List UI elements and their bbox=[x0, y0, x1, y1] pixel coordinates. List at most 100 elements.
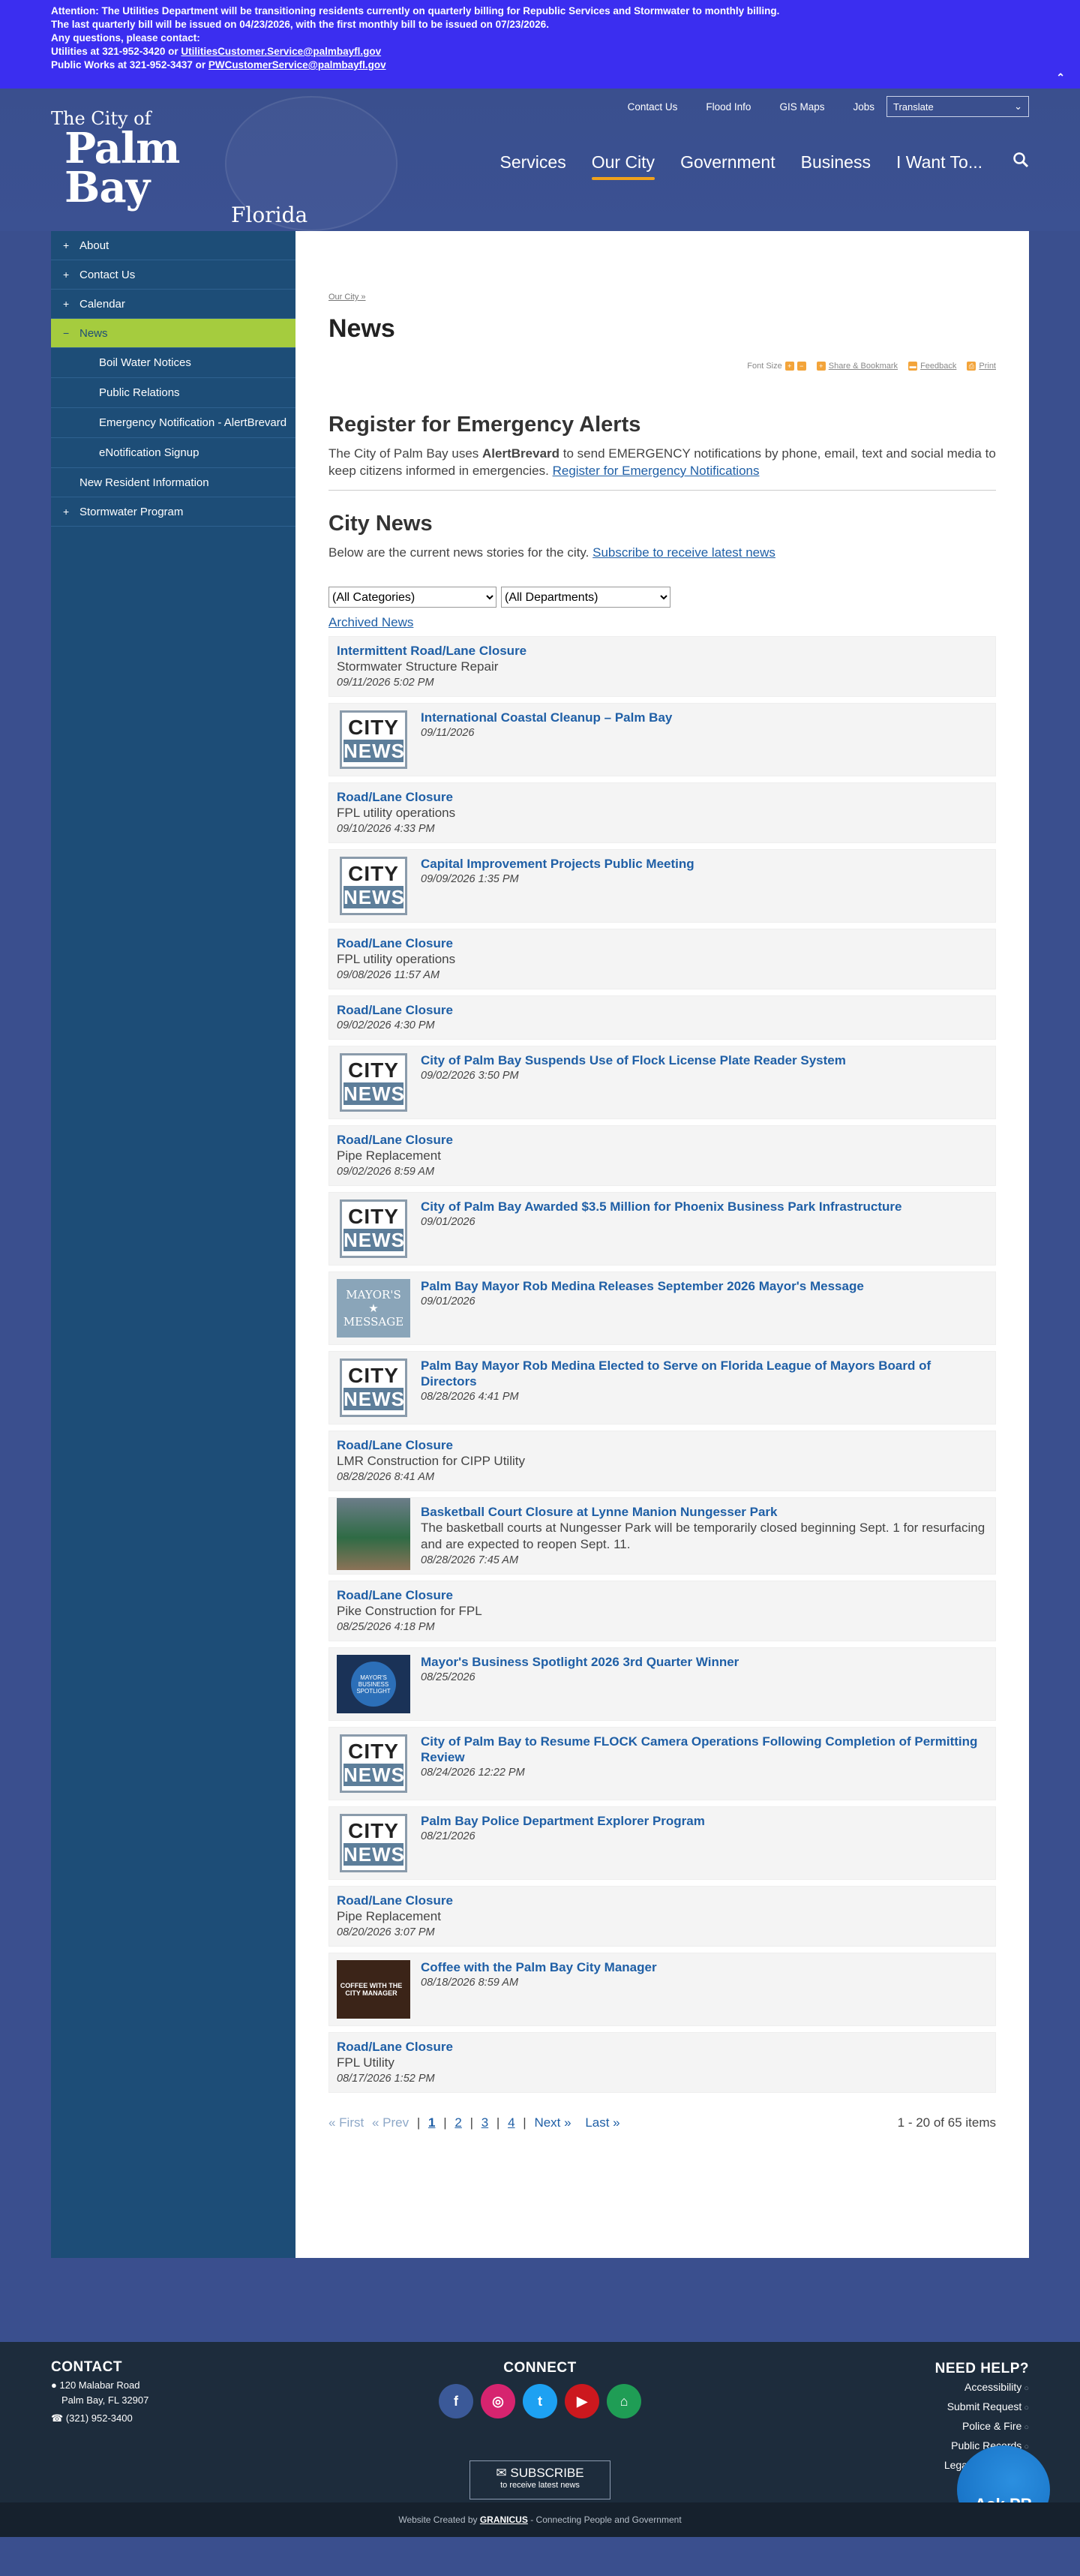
pager-next[interactable]: Next » bbox=[534, 2115, 571, 2130]
news-thumbnail[interactable]: MAYOR'S ★ MESSAGE bbox=[337, 1278, 410, 1338]
translate-select[interactable]: Translate ⌄ bbox=[886, 96, 1029, 117]
sidebar-item-stormwater[interactable]: + Stormwater Program bbox=[51, 497, 296, 527]
pager-first[interactable]: « First bbox=[328, 2115, 364, 2130]
news-title-link[interactable]: Palm Bay Mayor Rob Medina Releases Septe… bbox=[421, 1278, 988, 1294]
pager-prev[interactable]: « Prev bbox=[372, 2115, 409, 2130]
news-thumbnail[interactable]: COFFEE WITH THE CITY MANAGER bbox=[337, 1959, 410, 2019]
news-title-link[interactable]: Road/Lane Closure bbox=[337, 1893, 988, 1908]
news-title-link[interactable]: Road/Lane Closure bbox=[337, 2039, 988, 2055]
facebook-icon[interactable]: f bbox=[439, 2384, 473, 2418]
city-logo[interactable]: The City of Palm Bay Florida bbox=[51, 108, 308, 227]
envelope-icon: ✉ bbox=[496, 2466, 507, 2480]
department-filter[interactable]: (All Departments) bbox=[501, 587, 670, 608]
utility-link-jobs[interactable]: Jobs bbox=[853, 101, 874, 113]
pager-page-4[interactable]: 4 bbox=[508, 2115, 514, 2130]
archived-news-link[interactable]: Archived News bbox=[328, 615, 413, 630]
pager-page-2[interactable]: 2 bbox=[454, 2115, 461, 2130]
news-title-link[interactable]: Capital Improvement Projects Public Meet… bbox=[421, 856, 988, 872]
palm-icon: ★ bbox=[368, 1302, 379, 1315]
news-thumbnail[interactable]: CITY NEWS bbox=[337, 1052, 410, 1112]
sidebar-subitem-emergency[interactable]: Emergency Notification - AlertBrevard bbox=[51, 408, 296, 438]
nav-services[interactable]: Services bbox=[500, 152, 566, 173]
double-chevron-up-icon[interactable]: ⌃ bbox=[1056, 71, 1065, 84]
sidebar-item-contact[interactable]: + Contact Us bbox=[51, 260, 296, 290]
share-button[interactable]: + Share & Bookmark bbox=[816, 362, 898, 371]
news-title-link[interactable]: Road/Lane Closure bbox=[337, 789, 988, 805]
news-thumbnail[interactable]: CITY NEWS bbox=[337, 1199, 410, 1259]
news-thumbnail[interactable]: CITY NEWS bbox=[337, 856, 410, 916]
news-item-body: Road/Lane Closure Pipe Replacement 09/02/2… bbox=[337, 1132, 988, 1179]
pager-page-3[interactable]: 3 bbox=[482, 2115, 488, 2130]
footer-phone[interactable]: ☎ (321) 952-3400 bbox=[51, 2411, 148, 2426]
news-thumbnail[interactable]: CITY NEWS bbox=[337, 1734, 410, 1794]
sidebar-item-about[interactable]: + About bbox=[51, 231, 296, 260]
public-works-email-link[interactable]: PWCustomerService@palmbayfl.gov bbox=[208, 59, 386, 71]
instagram-icon[interactable]: ◎ bbox=[481, 2384, 515, 2418]
breadcrumb[interactable]: Our City » bbox=[328, 293, 366, 302]
news-title-link[interactable]: Mayor's Business Spotlight 2026 3rd Quar… bbox=[421, 1654, 988, 1670]
news-thumbnail[interactable]: CITY NEWS bbox=[337, 710, 410, 770]
sidebar-item-new-resident[interactable]: New Resident Information bbox=[51, 468, 296, 497]
pager-last[interactable]: Last » bbox=[585, 2115, 620, 2130]
main-content: Our City » News Font Size + − + Share & B… bbox=[296, 231, 1029, 2258]
news-title-link[interactable]: Road/Lane Closure bbox=[337, 935, 988, 951]
search-icon[interactable] bbox=[1012, 152, 1029, 173]
utility-link-contact[interactable]: Contact Us bbox=[628, 101, 678, 113]
sidebar-item-calendar[interactable]: + Calendar bbox=[51, 290, 296, 319]
font-decrease-icon[interactable]: − bbox=[796, 362, 806, 371]
footer-subscribe-button[interactable]: ✉ SUBSCRIBE to receive latest news bbox=[470, 2460, 610, 2499]
print-button[interactable]: ⎙ Print bbox=[967, 362, 996, 371]
news-title-link[interactable]: Road/Lane Closure bbox=[337, 1002, 988, 1018]
news-thumbnail[interactable]: CITY NEWS bbox=[337, 1813, 410, 1873]
news-title-link[interactable]: City of Palm Bay Suspends Use of Flock L… bbox=[421, 1052, 988, 1068]
sidebar-subitem-enotification[interactable]: eNotification Signup bbox=[51, 438, 296, 468]
news-title-link[interactable]: Basketball Court Closure at Lynne Manion… bbox=[421, 1504, 988, 1520]
news-date: 09/01/2026 bbox=[421, 1216, 476, 1228]
credit-bar: Website Created by GRANICUS - Connecting… bbox=[0, 2502, 1080, 2537]
news-title-link[interactable]: International Coastal Cleanup – Palm Bay bbox=[421, 710, 988, 725]
news-title-link[interactable]: City of Palm Bay to Resume FLOCK Camera … bbox=[421, 1734, 988, 1765]
news-title-link[interactable]: Road/Lane Closure bbox=[337, 1132, 988, 1148]
news-title-link[interactable]: Road/Lane Closure bbox=[337, 1437, 988, 1453]
translate-label: Translate bbox=[893, 101, 934, 113]
youtube-icon[interactable]: ▶ bbox=[565, 2384, 599, 2418]
nav-i-want-to[interactable]: I Want To... bbox=[896, 152, 982, 173]
news-description: Pike Construction for FPL bbox=[337, 1604, 482, 1618]
feedback-button[interactable]: ▬ Feedback bbox=[908, 362, 956, 371]
utility-link-gis[interactable]: GIS Maps bbox=[779, 101, 824, 113]
news-title-link[interactable]: Palm Bay Police Department Explorer Prog… bbox=[421, 1813, 988, 1829]
news-thumbnail[interactable]: CITY NEWS bbox=[337, 1358, 410, 1418]
utility-link-flood[interactable]: Flood Info bbox=[706, 101, 751, 113]
utilities-email-link[interactable]: UtilitiesCustomer.Service@palmbayfl.gov bbox=[181, 46, 381, 57]
sidebar-subitem-public-relations[interactable]: Public Relations bbox=[51, 378, 296, 408]
sidebar-subitem-boil-water[interactable]: Boil Water Notices bbox=[51, 348, 296, 378]
nav-our-city[interactable]: Our City bbox=[591, 152, 656, 180]
news-title-link[interactable]: Palm Bay Mayor Rob Medina Elected to Ser… bbox=[421, 1358, 988, 1389]
news-item: MAYOR'S ★ MESSAGE Palm Bay Mayor Rob Medina… bbox=[328, 1271, 996, 1345]
sidebar-item-news[interactable]: − News bbox=[51, 319, 296, 348]
pager-page-1[interactable]: 1 bbox=[428, 2115, 435, 2130]
font-increase-icon[interactable]: + bbox=[784, 362, 794, 371]
news-title-link[interactable]: City of Palm Bay Awarded $3.5 Million fo… bbox=[421, 1199, 988, 1214]
sidebar-item-label: News bbox=[80, 326, 108, 340]
twitter-icon[interactable]: t bbox=[523, 2384, 557, 2418]
register-alerts-link[interactable]: Register for Emergency Notifications bbox=[553, 464, 760, 478]
subscribe-news-link[interactable]: Subscribe to receive latest news bbox=[592, 545, 776, 560]
news-title-link[interactable]: Road/Lane Closure bbox=[337, 1587, 988, 1603]
feedback-label: Feedback bbox=[920, 362, 957, 371]
help-link-submit-request[interactable]: Submit Request bbox=[935, 2397, 1029, 2417]
news-thumbnail[interactable]: MAYOR'S BUSINESS SPOTLIGHT bbox=[337, 1654, 410, 1714]
nextdoor-icon[interactable]: ⌂ bbox=[607, 2384, 641, 2418]
help-link-police-fire[interactable]: Police & Fire bbox=[935, 2417, 1029, 2436]
nav-business[interactable]: Business bbox=[801, 152, 871, 173]
category-filter[interactable]: (All Categories) bbox=[328, 587, 496, 608]
news-title-link[interactable]: Intermittent Road/Lane Closure bbox=[337, 643, 988, 659]
nav-government[interactable]: Government bbox=[680, 152, 776, 173]
news-item-body: Road/Lane Closure FPL utility operations 0… bbox=[337, 789, 988, 836]
news-description: FPL Utility bbox=[337, 2055, 394, 2070]
news-thumbnail[interactable] bbox=[337, 1498, 410, 1570]
news-title-link[interactable]: Coffee with the Palm Bay City Manager bbox=[421, 1959, 988, 1975]
news-date: 08/28/2026 4:41 PM bbox=[421, 1391, 519, 1403]
granicus-link[interactable]: GRANICUS bbox=[480, 2514, 528, 2525]
help-link-accessibility[interactable]: Accessibility bbox=[935, 2378, 1029, 2397]
